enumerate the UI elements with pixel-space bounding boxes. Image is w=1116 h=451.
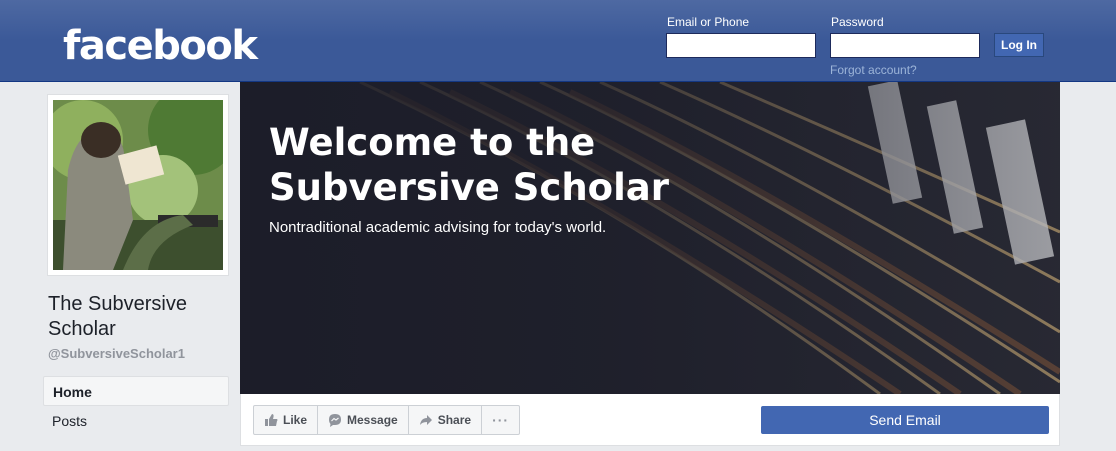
more-button[interactable]: ··· — [482, 406, 519, 434]
forgot-account-link[interactable]: Forgot account? — [830, 63, 917, 77]
email-label: Email or Phone — [667, 15, 750, 29]
nav-item-posts[interactable]: Posts — [43, 406, 229, 436]
page-handle[interactable]: @SubversiveScholar1 — [48, 346, 185, 361]
message-label: Message — [347, 413, 398, 427]
message-button[interactable]: Message — [318, 406, 409, 434]
like-button[interactable]: Like — [254, 406, 319, 434]
login-button[interactable]: Log In — [994, 33, 1044, 57]
page-nav: Home Posts — [43, 376, 229, 436]
cover-photo[interactable]: Welcome to the Subversive Scholar Nontra… — [240, 82, 1060, 394]
facebook-logo[interactable]: facebook — [63, 22, 258, 70]
like-label: Like — [283, 413, 308, 427]
cover-title: Welcome to the Subversive Scholar — [269, 121, 669, 209]
messenger-icon — [329, 414, 342, 427]
share-button[interactable]: Share — [409, 406, 483, 434]
page-title[interactable]: The Subversive Scholar — [48, 292, 228, 342]
more-dots-icon: ··· — [492, 412, 510, 428]
profile-photo-image — [53, 100, 223, 270]
profile-picture[interactable] — [47, 94, 229, 276]
action-button-group: Like Message Share ··· — [253, 405, 521, 435]
share-arrow-icon — [419, 415, 432, 425]
password-label: Password — [831, 15, 884, 29]
top-bar: facebook Email or Phone Password Log In … — [0, 0, 1116, 82]
nav-item-home[interactable]: Home — [43, 376, 229, 406]
send-email-button[interactable]: Send Email — [761, 406, 1049, 434]
share-label: Share — [437, 413, 472, 427]
email-field[interactable] — [666, 33, 816, 58]
cover-subtitle: Nontraditional academic advising for tod… — [269, 219, 607, 236]
thumbs-up-icon — [265, 414, 278, 426]
action-bar: Like Message Share ··· Send Email — [240, 394, 1060, 446]
password-field[interactable] — [830, 33, 980, 58]
